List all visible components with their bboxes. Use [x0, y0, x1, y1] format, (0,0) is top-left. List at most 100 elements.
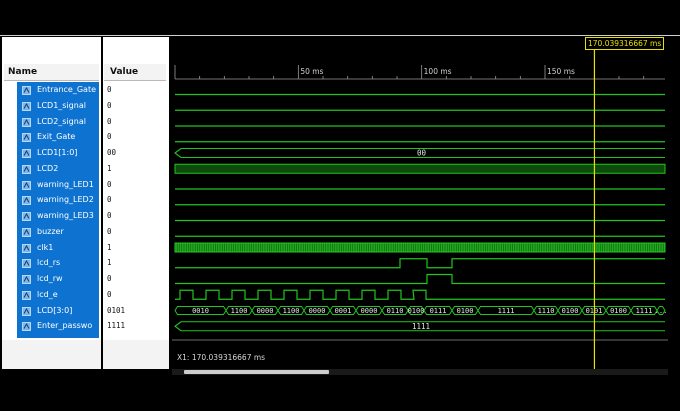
signal-icon — [22, 196, 31, 206]
bus-lcd-label: 0000 — [361, 307, 378, 315]
signal-value: 0 — [107, 179, 112, 189]
signal-name: warning_LED1 — [37, 179, 94, 189]
name-column-footer — [2, 340, 101, 369]
signal-row[interactable]: clk1 — [17, 240, 99, 256]
signal-value: 0 — [107, 289, 112, 299]
bus-lcd-label: 0000 — [257, 307, 274, 315]
bus-lcd-label: 1111 — [636, 307, 653, 315]
signal-row[interactable]: buzzer — [17, 224, 99, 240]
signal-name: Enter_passwo — [37, 321, 93, 331]
signal-value: 1111 — [107, 321, 126, 331]
signal-name: warning_LED3 — [37, 211, 94, 220]
signal-name: LCD2_signal — [37, 116, 86, 126]
signal-row[interactable]: Entrance_Gate — [17, 82, 99, 98]
signal-value: 1 — [107, 163, 112, 173]
signal-icon — [22, 180, 31, 190]
signal-name: clk1 — [37, 242, 54, 252]
ruler-tick-label: 150 ms — [547, 67, 575, 76]
bus-signal-icon — [22, 322, 31, 332]
signal-name: LCD1_signal — [37, 100, 86, 110]
cursor-time-label[interactable]: 170.039316667 ms — [585, 37, 665, 50]
signal-value: 0 — [107, 132, 112, 142]
lcd-rw-wave — [175, 273, 665, 285]
ruler-tick-label: 100 ms — [424, 67, 452, 76]
signal-icon — [22, 133, 31, 143]
signal-name: LCD[3:0] — [37, 305, 73, 315]
signal-value: 0 — [107, 274, 112, 283]
signal-icon — [22, 290, 31, 300]
bus-lcd-label: ... — [655, 307, 668, 315]
signal-row[interactable]: lcd_rw — [17, 271, 99, 287]
window-top-border — [0, 35, 680, 36]
horizontal-scrollbar-thumb[interactable] — [184, 370, 329, 374]
signal-name-list[interactable]: Entrance_Gate LCD1_signal LCD2_signal Exit_… — [17, 82, 99, 338]
signal-value: 0101 — [107, 305, 126, 315]
signal-name: LCD1[1:0] — [37, 148, 78, 157]
signal-name: lcd_rw — [37, 274, 63, 283]
signal-value-list: 0 0 0 0 00 1 0 0 0 0 1 1 0 0 0101 1111 — [104, 82, 166, 338]
signal-row[interactable]: lcd_e — [17, 287, 99, 303]
signal-row[interactable]: warning_LED2 — [17, 192, 99, 208]
expand-arrow-icon[interactable]: ▶ — [7, 321, 12, 329]
cursor-status-readout: X1: 170.039316667 ms — [177, 353, 266, 362]
waveform-svg: 50 ms100 ms150 ms20000010110000001100000… — [172, 37, 680, 369]
signal-name: Exit_Gate — [37, 132, 76, 142]
signal-icon — [22, 117, 31, 127]
bus-lcd-label: 0001 — [335, 307, 352, 315]
expand-arrow-icon[interactable]: ▶ — [7, 148, 12, 156]
signal-value: 0 — [107, 226, 112, 236]
signal-icon — [22, 164, 31, 174]
signal-row[interactable]: Enter_passwo — [17, 318, 99, 334]
signal-row[interactable]: LCD2_signal — [17, 114, 99, 130]
signal-icon — [22, 259, 31, 269]
signal-row[interactable]: LCD2 — [17, 161, 99, 177]
signal-icon — [22, 86, 31, 95]
bus-lcd1-label: 00 — [417, 149, 427, 158]
signal-value: 0 — [107, 85, 112, 94]
bus-signal-icon — [22, 306, 31, 316]
ruler-tick-label: 50 ms — [300, 67, 323, 76]
bus-lcd-label: 0100 — [457, 307, 474, 315]
signal-name: buzzer — [37, 226, 64, 236]
signal-row[interactable]: LCD1_signal — [17, 98, 99, 114]
signal-row[interactable]: lcd_rs — [17, 255, 99, 271]
expand-arrow-icon[interactable]: ▶ — [7, 306, 12, 314]
signal-value: 1 — [107, 242, 112, 252]
name-column-header[interactable]: Name — [4, 64, 99, 81]
bus-lcd-label: 1110 — [538, 307, 555, 315]
waveform-canvas[interactable]: 50 ms100 ms150 ms20000010110000001100000… — [172, 37, 680, 369]
signal-value: 0 — [107, 211, 112, 220]
signal-icon — [22, 275, 31, 284]
bus-lcd-label: 1100 — [283, 307, 300, 315]
signal-value: 0 — [107, 100, 112, 110]
signal-icon — [22, 243, 31, 253]
lcd-e-wave — [175, 289, 665, 300]
signal-value: 0 — [107, 116, 112, 126]
bus-lcd-label: 0000 — [309, 307, 326, 315]
right-edge — [668, 37, 680, 369]
signal-name: warning_LED2 — [37, 195, 94, 205]
value-column-header[interactable]: Value — [104, 64, 166, 81]
lcd2-high-wave — [174, 163, 666, 174]
signal-name: lcd_e — [37, 289, 58, 299]
signal-value: 1 — [107, 258, 112, 268]
signal-row[interactable]: warning_LED3 — [17, 208, 99, 224]
signal-name: LCD2 — [37, 163, 59, 173]
bus-lcd-label: 0100 — [408, 307, 425, 315]
bus-password-label: 1111 — [412, 322, 430, 331]
signal-row[interactable]: LCD1[1:0] — [17, 145, 99, 161]
signal-row[interactable]: Exit_Gate — [17, 129, 99, 145]
lcd-rs-wave — [175, 258, 665, 269]
value-column-footer — [103, 340, 169, 369]
bus-lcd-label: 0010 — [192, 307, 209, 315]
signal-row[interactable]: LCD[3:0] — [17, 303, 99, 319]
bus-lcd-label: 0110 — [387, 307, 404, 315]
bus-lcd-label: 0100 — [562, 307, 579, 315]
bus-lcd-label: 1111 — [498, 307, 515, 315]
signal-icon — [22, 227, 31, 237]
signal-row[interactable]: warning_LED1 — [17, 177, 99, 193]
signal-icon — [22, 212, 31, 221]
bus-lcd-label: 1100 — [231, 307, 248, 315]
bus-lcd-label: 0111 — [430, 307, 447, 315]
bus-lcd-label: 0100 — [610, 307, 627, 315]
